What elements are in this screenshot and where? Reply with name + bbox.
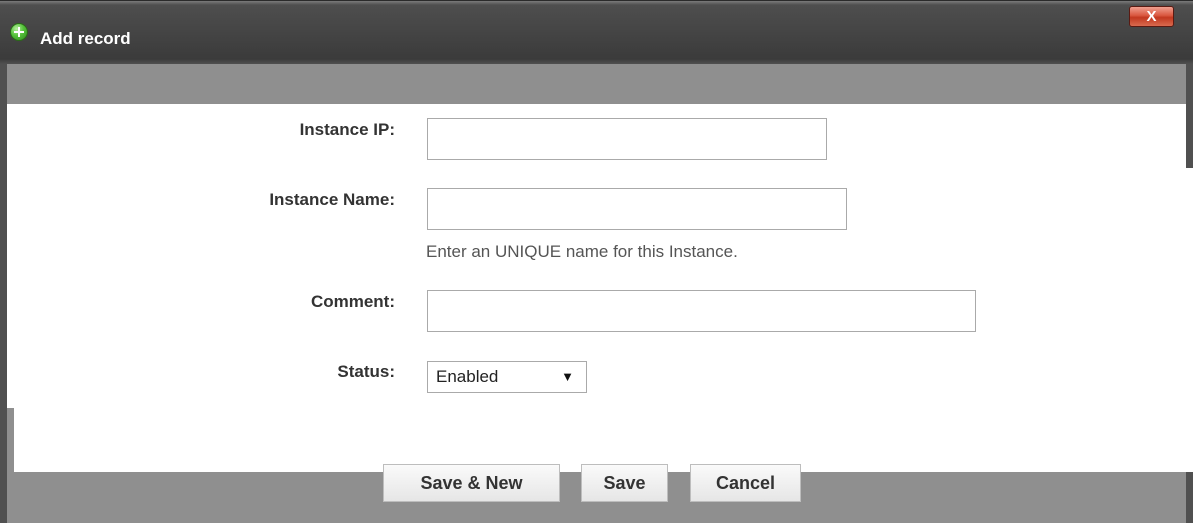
instance-name-label: Instance Name:	[269, 190, 395, 209]
cancel-button[interactable]: Cancel	[690, 464, 801, 502]
instance-name-hint: Enter an UNIQUE name for this Instance.	[426, 242, 738, 261]
comment-label: Comment:	[310, 292, 395, 311]
status-label: Status:	[337, 362, 395, 381]
instance-ip-input[interactable]	[427, 118, 827, 160]
add-record-dialog: Add record X Instance IP: Instance Name:…	[0, 0, 1193, 523]
save-button[interactable]: Save	[581, 464, 668, 502]
chevron-down-icon: ▼	[561, 369, 574, 384]
instance-name-input[interactable]	[427, 188, 847, 230]
instance-ip-label: Instance IP:	[299, 120, 395, 139]
form-content: Instance IP: Instance Name: Enter an UNI…	[7, 104, 1186, 408]
comment-input[interactable]	[427, 290, 976, 332]
close-button[interactable]: X	[1129, 6, 1174, 27]
dialog-titlebar[interactable]: Add record X	[0, 0, 1193, 64]
add-circle-icon	[10, 23, 28, 41]
save-and-new-button[interactable]: Save & New	[383, 464, 560, 502]
status-selected-value: Enabled	[436, 367, 499, 386]
status-select[interactable]: Enabled ▼	[427, 361, 587, 393]
dialog-title: Add record	[40, 29, 131, 48]
